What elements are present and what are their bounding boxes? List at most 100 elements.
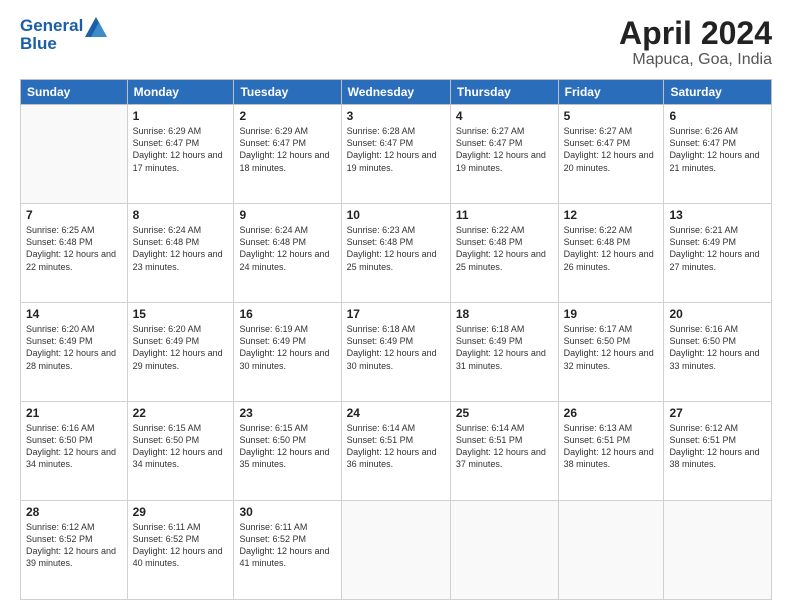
day-info: Sunrise: 6:25 AMSunset: 6:48 PMDaylight:… <box>26 224 122 273</box>
day-info: Sunrise: 6:24 AMSunset: 6:48 PMDaylight:… <box>133 224 229 273</box>
day-info: Sunrise: 6:20 AMSunset: 6:49 PMDaylight:… <box>133 323 229 372</box>
calendar-day-cell: 23 Sunrise: 6:15 AMSunset: 6:50 PMDayligh… <box>234 402 341 501</box>
day-number: 14 <box>26 307 122 321</box>
calendar-day-cell: 9 Sunrise: 6:24 AMSunset: 6:48 PMDaylight… <box>234 204 341 303</box>
calendar-day-cell: 11 Sunrise: 6:22 AMSunset: 6:48 PMDayligh… <box>450 204 558 303</box>
day-number: 15 <box>133 307 229 321</box>
title-block: April 2024 Mapuca, Goa, India <box>619 16 772 69</box>
page-subtitle: Mapuca, Goa, India <box>619 51 772 69</box>
calendar-day-cell <box>664 501 772 600</box>
day-info: Sunrise: 6:17 AMSunset: 6:50 PMDaylight:… <box>564 323 659 372</box>
day-number: 24 <box>347 406 445 420</box>
page-title: April 2024 <box>619 16 772 51</box>
day-number: 4 <box>456 109 553 123</box>
day-number: 13 <box>669 208 766 222</box>
day-info: Sunrise: 6:11 AMSunset: 6:52 PMDaylight:… <box>133 521 229 570</box>
calendar-day-cell: 19 Sunrise: 6:17 AMSunset: 6:50 PMDayligh… <box>558 303 664 402</box>
weekday-header: Monday <box>127 80 234 105</box>
day-info: Sunrise: 6:28 AMSunset: 6:47 PMDaylight:… <box>347 125 445 174</box>
day-number: 30 <box>239 505 335 519</box>
day-info: Sunrise: 6:23 AMSunset: 6:48 PMDaylight:… <box>347 224 445 273</box>
day-number: 1 <box>133 109 229 123</box>
day-info: Sunrise: 6:20 AMSunset: 6:49 PMDaylight:… <box>26 323 122 372</box>
day-number: 20 <box>669 307 766 321</box>
day-info: Sunrise: 6:18 AMSunset: 6:49 PMDaylight:… <box>347 323 445 372</box>
calendar-day-cell: 15 Sunrise: 6:20 AMSunset: 6:49 PMDayligh… <box>127 303 234 402</box>
day-number: 12 <box>564 208 659 222</box>
weekday-header: Thursday <box>450 80 558 105</box>
day-number: 29 <box>133 505 229 519</box>
day-info: Sunrise: 6:15 AMSunset: 6:50 PMDaylight:… <box>239 422 335 471</box>
header: General Blue April 2024 Mapuca, Goa, Ind… <box>20 16 772 69</box>
logo: General Blue <box>20 16 107 53</box>
day-info: Sunrise: 6:16 AMSunset: 6:50 PMDaylight:… <box>669 323 766 372</box>
day-info: Sunrise: 6:22 AMSunset: 6:48 PMDaylight:… <box>564 224 659 273</box>
calendar-day-cell: 20 Sunrise: 6:16 AMSunset: 6:50 PMDayligh… <box>664 303 772 402</box>
day-number: 19 <box>564 307 659 321</box>
calendar-day-cell: 10 Sunrise: 6:23 AMSunset: 6:48 PMDayligh… <box>341 204 450 303</box>
day-number: 9 <box>239 208 335 222</box>
calendar-day-cell <box>450 501 558 600</box>
day-info: Sunrise: 6:11 AMSunset: 6:52 PMDaylight:… <box>239 521 335 570</box>
calendar-day-cell: 27 Sunrise: 6:12 AMSunset: 6:51 PMDayligh… <box>664 402 772 501</box>
calendar-day-cell: 16 Sunrise: 6:19 AMSunset: 6:49 PMDayligh… <box>234 303 341 402</box>
weekday-header: Tuesday <box>234 80 341 105</box>
day-number: 10 <box>347 208 445 222</box>
day-number: 23 <box>239 406 335 420</box>
day-number: 6 <box>669 109 766 123</box>
day-info: Sunrise: 6:12 AMSunset: 6:51 PMDaylight:… <box>669 422 766 471</box>
day-number: 17 <box>347 307 445 321</box>
day-info: Sunrise: 6:14 AMSunset: 6:51 PMDaylight:… <box>347 422 445 471</box>
day-info: Sunrise: 6:19 AMSunset: 6:49 PMDaylight:… <box>239 323 335 372</box>
day-number: 22 <box>133 406 229 420</box>
calendar-day-cell: 29 Sunrise: 6:11 AMSunset: 6:52 PMDayligh… <box>127 501 234 600</box>
calendar-day-cell: 2 Sunrise: 6:29 AMSunset: 6:47 PMDaylight… <box>234 105 341 204</box>
day-number: 28 <box>26 505 122 519</box>
weekday-header: Wednesday <box>341 80 450 105</box>
calendar-day-cell: 18Sunrise: 6:18 AMSunset: 6:49 PMDayligh… <box>450 303 558 402</box>
day-info: Sunrise: 6:29 AMSunset: 6:47 PMDaylight:… <box>239 125 335 174</box>
calendar-day-cell: 26 Sunrise: 6:13 AMSunset: 6:51 PMDayligh… <box>558 402 664 501</box>
day-info: Sunrise: 6:24 AMSunset: 6:48 PMDaylight:… <box>239 224 335 273</box>
day-info: Sunrise: 6:22 AMSunset: 6:48 PMDaylight:… <box>456 224 553 273</box>
day-info: Sunrise: 6:21 AMSunset: 6:49 PMDaylight:… <box>669 224 766 273</box>
calendar-day-cell: 22 Sunrise: 6:15 AMSunset: 6:50 PMDayligh… <box>127 402 234 501</box>
calendar-day-cell: 3Sunrise: 6:28 AMSunset: 6:47 PMDaylight… <box>341 105 450 204</box>
day-info: Sunrise: 6:29 AMSunset: 6:47 PMDaylight:… <box>133 125 229 174</box>
weekday-header: Sunday <box>21 80 128 105</box>
calendar-day-cell: 8Sunrise: 6:24 AMSunset: 6:48 PMDaylight… <box>127 204 234 303</box>
day-number: 16 <box>239 307 335 321</box>
day-number: 11 <box>456 208 553 222</box>
calendar-day-cell: 24 Sunrise: 6:14 AMSunset: 6:51 PMDayligh… <box>341 402 450 501</box>
day-info: Sunrise: 6:27 AMSunset: 6:47 PMDaylight:… <box>564 125 659 174</box>
calendar-day-cell: 7 Sunrise: 6:25 AMSunset: 6:48 PMDaylight… <box>21 204 128 303</box>
calendar-day-cell: 25 Sunrise: 6:14 AMSunset: 6:51 PMDayligh… <box>450 402 558 501</box>
calendar-week-row: 7 Sunrise: 6:25 AMSunset: 6:48 PMDaylight… <box>21 204 772 303</box>
calendar-week-row: 14 Sunrise: 6:20 AMSunset: 6:49 PMDayligh… <box>21 303 772 402</box>
day-number: 5 <box>564 109 659 123</box>
calendar-day-cell: 6 Sunrise: 6:26 AMSunset: 6:47 PMDaylight… <box>664 105 772 204</box>
day-info: Sunrise: 6:26 AMSunset: 6:47 PMDaylight:… <box>669 125 766 174</box>
calendar-day-cell <box>558 501 664 600</box>
calendar-day-cell: 1 Sunrise: 6:29 AMSunset: 6:47 PMDaylight… <box>127 105 234 204</box>
calendar-day-cell: 4 Sunrise: 6:27 AMSunset: 6:47 PMDaylight… <box>450 105 558 204</box>
calendar-day-cell: 5 Sunrise: 6:27 AMSunset: 6:47 PMDaylight… <box>558 105 664 204</box>
calendar-week-row: 28Sunrise: 6:12 AMSunset: 6:52 PMDayligh… <box>21 501 772 600</box>
day-number: 26 <box>564 406 659 420</box>
day-number: 27 <box>669 406 766 420</box>
day-number: 25 <box>456 406 553 420</box>
day-info: Sunrise: 6:27 AMSunset: 6:47 PMDaylight:… <box>456 125 553 174</box>
calendar-day-cell: 28Sunrise: 6:12 AMSunset: 6:52 PMDayligh… <box>21 501 128 600</box>
calendar-day-cell: 30 Sunrise: 6:11 AMSunset: 6:52 PMDayligh… <box>234 501 341 600</box>
day-info: Sunrise: 6:15 AMSunset: 6:50 PMDaylight:… <box>133 422 229 471</box>
day-number: 2 <box>239 109 335 123</box>
day-number: 7 <box>26 208 122 222</box>
calendar-day-cell: 14 Sunrise: 6:20 AMSunset: 6:49 PMDayligh… <box>21 303 128 402</box>
calendar-day-cell: 13 Sunrise: 6:21 AMSunset: 6:49 PMDayligh… <box>664 204 772 303</box>
calendar-day-cell: 17 Sunrise: 6:18 AMSunset: 6:49 PMDayligh… <box>341 303 450 402</box>
day-number: 21 <box>26 406 122 420</box>
calendar-day-cell: 12 Sunrise: 6:22 AMSunset: 6:48 PMDayligh… <box>558 204 664 303</box>
day-number: 18 <box>456 307 553 321</box>
day-info: Sunrise: 6:13 AMSunset: 6:51 PMDaylight:… <box>564 422 659 471</box>
day-info: Sunrise: 6:14 AMSunset: 6:51 PMDaylight:… <box>456 422 553 471</box>
